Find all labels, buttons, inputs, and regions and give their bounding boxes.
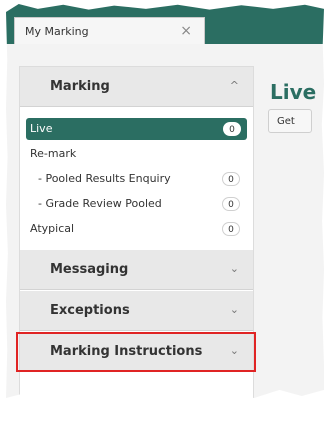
sidebar-item-label: - Grade Review Pooled [38,197,162,210]
chevron-down-icon[interactable]: ⌄ [230,303,239,316]
tab-my-marking[interactable]: My Marking × [14,17,205,44]
sidebar-item-atypical[interactable]: Atypical 0 [20,218,253,240]
section-title-exceptions: Exceptions [50,303,130,318]
top-bar: My Marking × [6,4,324,44]
highlight-box [16,332,256,372]
sidebar-item-label: - Pooled Results Enquiry [38,172,171,185]
count-badge: 0 [223,122,241,136]
sidebar-item-grade-review-pooled[interactable]: - Grade Review Pooled 0 [20,193,253,215]
section-title-messaging: Messaging [50,262,129,277]
sidebar-item-label: Atypical [30,222,75,235]
sidebar-item-re-mark[interactable]: Re-mark [20,143,253,165]
chevron-down-icon[interactable]: ⌄ [230,262,239,275]
count-badge: 0 [222,222,240,236]
tab-label: My Marking [25,25,89,38]
sidebar: Marking ^ Live 0 Re-mark - Pooled Result… [16,66,256,402]
section-exceptions[interactable]: Exceptions ⌄ [20,291,253,331]
section-title-marking: Marking [50,79,110,94]
page-title: Live [270,80,317,104]
sidebar-item-label: Re-mark [30,147,77,160]
sidebar-item-pooled-results-enquiry[interactable]: - Pooled Results Enquiry 0 [20,168,253,190]
count-badge: 0 [222,172,240,186]
main-area: Marking ^ Live 0 Re-mark - Pooled Result… [6,44,324,402]
sidebar-item-live[interactable]: Live 0 [26,118,247,140]
close-icon[interactable]: × [180,23,192,39]
section-marking-instructions[interactable]: Marking Instructions ⌄ [16,332,256,372]
chevron-up-icon[interactable]: ^ [230,79,239,92]
get-button[interactable]: Get [268,109,312,133]
sidebar-item-label: Live [30,122,53,135]
screenshot-frame: My Marking × Marking ^ Live 0 Re-mark - … [6,4,324,402]
section-messaging[interactable]: Messaging ⌄ [20,250,253,290]
section-marking[interactable]: Marking ^ [20,67,253,107]
count-badge: 0 [222,197,240,211]
